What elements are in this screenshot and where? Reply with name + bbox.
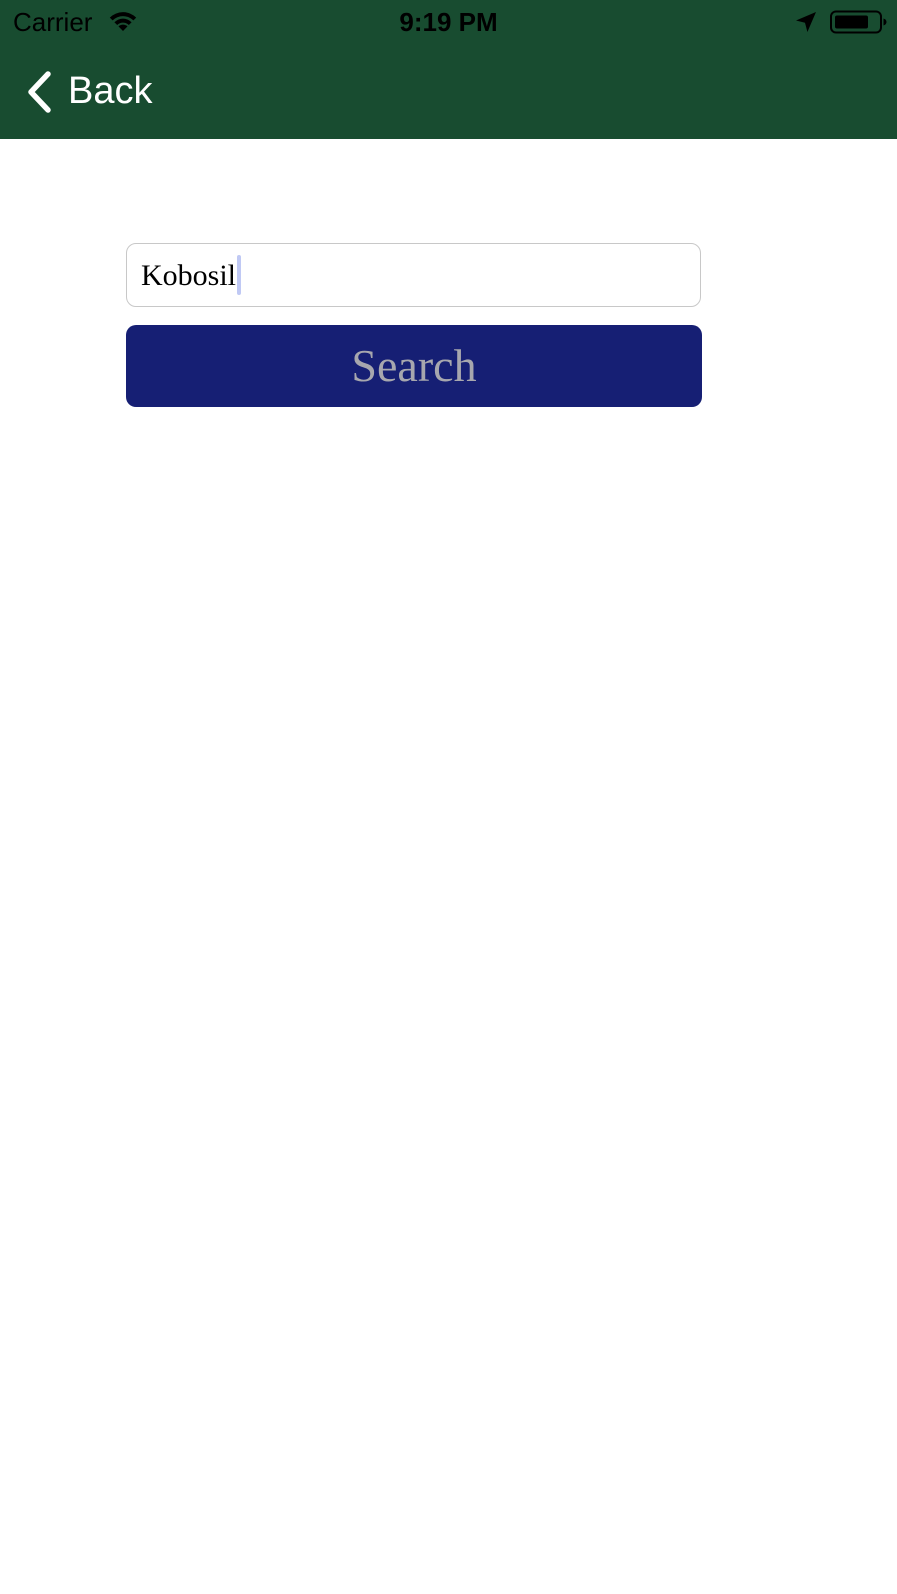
navigation-bar: Carrier 9:19 PM Back: [0, 0, 897, 139]
status-bar: Carrier 9:19 PM: [0, 0, 897, 44]
text-cursor: [237, 255, 242, 295]
back-button[interactable]: Back: [24, 66, 174, 116]
chevron-left-icon: [28, 71, 51, 113]
status-time: 9:19 PM: [399, 7, 498, 37]
battery-icon: [830, 10, 887, 34]
search-query-text: Kobosil: [141, 259, 237, 292]
search-input[interactable]: Kobosil: [126, 243, 701, 307]
search-input-value: Kobosil: [141, 254, 242, 298]
search-button[interactable]: Search: [126, 325, 702, 407]
search-screen: Carrier 9:19 PM Back Kobosil Search: [0, 0, 897, 1594]
back-label: Back: [68, 70, 153, 112]
location-arrow-icon: [796, 12, 816, 32]
search-button-label: Search: [351, 340, 477, 391]
